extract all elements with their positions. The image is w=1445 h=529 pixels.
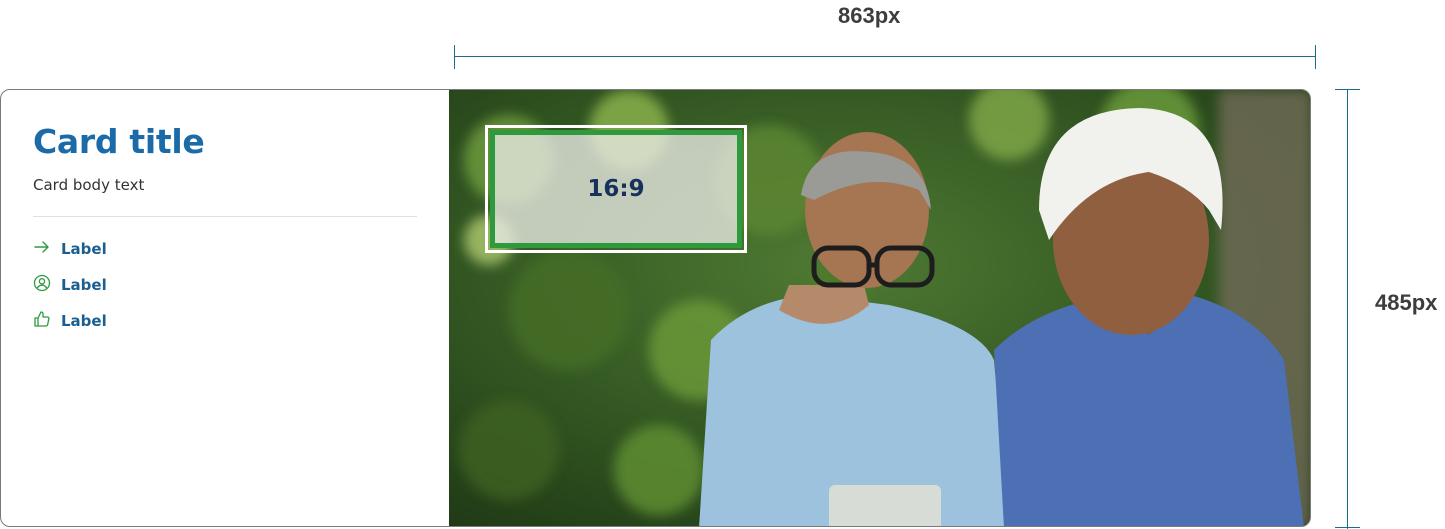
card-link-1[interactable]: Label: [33, 238, 107, 260]
arrow-right-icon: [33, 238, 51, 260]
height-dimension-label: 485px: [1375, 290, 1438, 315]
thumbs-up-icon: [33, 310, 51, 332]
height-dimension-tick-bottom: [1335, 527, 1360, 528]
aspect-ratio-frame: 16:9: [490, 130, 742, 248]
card-link-label: Label: [61, 240, 107, 258]
height-dimension-line: [1347, 89, 1348, 529]
card: Card title Card body text Label Label La…: [0, 89, 1311, 527]
divider: [33, 216, 417, 217]
card-title: Card title: [33, 122, 205, 161]
card-body-text: Card body text: [33, 176, 145, 194]
card-image: 16:9: [449, 90, 1310, 526]
user-circle-icon: [33, 274, 51, 296]
card-link-label: Label: [61, 312, 107, 330]
width-dimension-label: 863px: [838, 3, 901, 28]
aspect-ratio-label: 16:9: [587, 176, 645, 202]
width-dimension-line: [454, 56, 1316, 57]
height-dimension-tick-top: [1335, 89, 1360, 90]
card-body: Card title Card body text Label Label La…: [1, 90, 449, 526]
width-dimension-tick-left: [454, 45, 455, 69]
card-link-label: Label: [61, 276, 107, 294]
width-dimension-tick-right: [1315, 45, 1316, 69]
card-link-3[interactable]: Label: [33, 310, 107, 332]
aspect-ratio-indicator: 16:9: [485, 125, 747, 253]
card-link-2[interactable]: Label: [33, 274, 107, 296]
